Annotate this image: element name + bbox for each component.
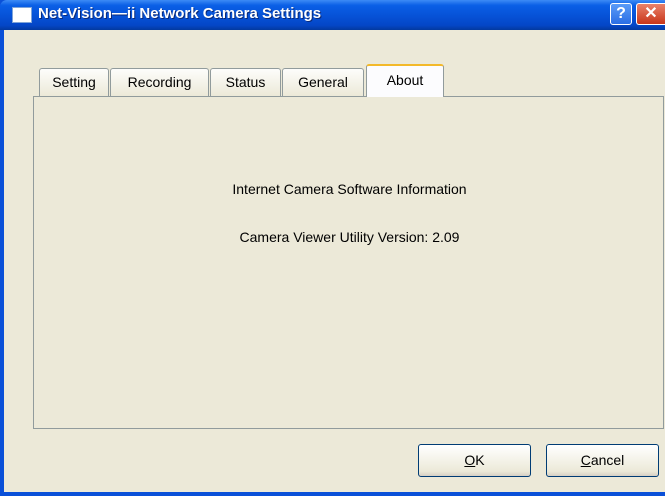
ok-button[interactable]: OK: [418, 444, 531, 477]
about-panel: Internet Camera Software Information Cam…: [33, 96, 664, 429]
ok-accelerator: O: [464, 452, 476, 468]
tab-status[interactable]: Status: [210, 68, 281, 96]
version-text: Camera Viewer Utility Version: 2.09: [239, 229, 460, 245]
ok-label: K: [475, 452, 485, 468]
tab-setting[interactable]: Setting: [39, 68, 109, 96]
cancel-label: ancel: [590, 452, 625, 468]
cancel-accelerator: C: [580, 452, 591, 468]
settings-dialog: Net-Vision—ii Network Camera Settings ? …: [0, 0, 665, 496]
tab-strip: Setting Recording Status General About: [4, 30, 665, 100]
help-button[interactable]: ?: [610, 3, 632, 25]
cancel-button[interactable]: Cancel: [546, 444, 659, 477]
tab-about[interactable]: About: [366, 64, 444, 97]
window-icon: [12, 7, 32, 23]
tab-recording[interactable]: Recording: [110, 68, 209, 96]
software-info-heading: Internet Camera Software Information: [232, 181, 467, 197]
title-bar[interactable]: Net-Vision—ii Network Camera Settings ? …: [0, 0, 665, 30]
tab-general[interactable]: General: [282, 68, 364, 96]
close-icon: ✕: [644, 5, 658, 22]
dialog-client-area: Setting Recording Status General About I…: [4, 30, 665, 492]
window-title: Net-Vision—ii Network Camera Settings: [38, 5, 322, 22]
close-button[interactable]: ✕: [636, 3, 665, 25]
